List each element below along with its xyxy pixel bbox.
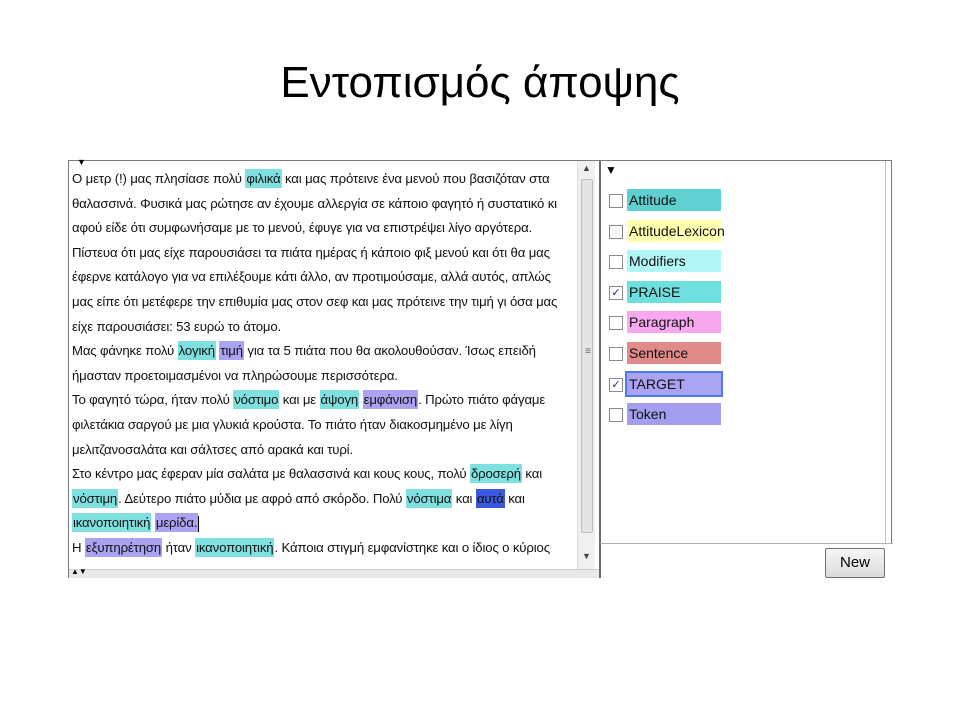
text-line[interactable]: θαλασσινά. Φυσικά μας ρώτησε αν έχουμε α… bbox=[72, 192, 582, 217]
text-segment: έφερνε κατάλογο για να επιλέξουμε κάτι ά… bbox=[72, 269, 551, 285]
type-checkbox[interactable]: ✓ bbox=[609, 285, 623, 300]
text-segment: . Πρώτο πιάτο φάγαμε bbox=[418, 392, 546, 408]
text-line[interactable]: ικανοποιητική μερίδα. bbox=[72, 511, 582, 536]
text-segment: μας είπε ότι μετέφερε την επιθυμία μας σ… bbox=[72, 293, 558, 309]
text-line[interactable]: έφερνε κατάλογο για να επιλέξουμε κάτι ά… bbox=[72, 265, 582, 290]
text-segment: και bbox=[504, 490, 525, 506]
type-checkbox[interactable] bbox=[609, 194, 623, 208]
scrollbar-grip-icon: ≡ bbox=[585, 346, 591, 357]
text-segment: ήταν bbox=[162, 539, 196, 555]
annotation-highlight[interactable]: νόστιμα bbox=[405, 488, 453, 508]
text-segment: είχε παρουσιάσει: 53 ευρώ το άτομο. bbox=[72, 318, 282, 334]
checkmark-icon: ✓ bbox=[611, 378, 621, 391]
type-row-sentence[interactable]: Sentence bbox=[609, 342, 725, 366]
text-line[interactable]: Το φαγητό τώρα, ήταν πολύ νόστιμο και με… bbox=[72, 388, 582, 413]
text-line[interactable]: είχε παρουσιάσει: 53 ευρώ το άτομο. bbox=[72, 315, 582, 340]
text-segment: και bbox=[521, 466, 542, 482]
type-row-paragraph[interactable]: Paragraph bbox=[609, 311, 725, 335]
text-segment: . Δεύτερο πιάτο μύδια με αφρό από σκόρδο… bbox=[118, 490, 406, 506]
annotation-highlight[interactable]: λογική bbox=[177, 341, 216, 361]
type-label[interactable]: Paragraph bbox=[627, 311, 721, 334]
annotation-highlight[interactable]: νόστιμη bbox=[72, 488, 119, 508]
annotation-highlight[interactable]: άψογη bbox=[319, 390, 360, 410]
text-line[interactable]: μας είπε ότι μετέφερε την επιθυμία μας σ… bbox=[72, 290, 582, 315]
text-line[interactable]: Μας φάνηκε πολύ λογική τιμή για τα 5 πιά… bbox=[72, 339, 582, 364]
slide-title: Εντοπισμός άποψης bbox=[280, 58, 680, 107]
text-line[interactable]: Στο κέντρο μας έφεραν μία σαλάτα με θαλα… bbox=[72, 462, 582, 487]
editor-bottom-bar: ▲▼ bbox=[69, 567, 599, 578]
annotation-highlight[interactable]: μερίδα. bbox=[154, 513, 199, 533]
annotation-tool-window: Ο μετρ (!) μας πλησίασε πολύ φιλικά και … bbox=[68, 157, 893, 578]
text-segment: και μας πρότεινε ένα μενού που βασιζόταν… bbox=[281, 171, 550, 186]
text-line[interactable]: φιλετάκια σαργού με μια γλυκιά κρούστα. … bbox=[72, 413, 582, 438]
type-label[interactable]: TARGET bbox=[625, 370, 723, 397]
panel-divider bbox=[885, 161, 886, 543]
type-label[interactable]: AttitudeLexicon bbox=[627, 219, 725, 242]
type-checkbox[interactable] bbox=[609, 408, 623, 423]
editor-marker-icon: ▼ bbox=[77, 157, 86, 167]
type-checkbox[interactable] bbox=[609, 255, 623, 270]
scrollbar-thumb[interactable]: ≡ bbox=[581, 179, 593, 533]
type-checkbox[interactable] bbox=[609, 224, 623, 239]
text-line[interactable]: Η εξυπηρέτηση ήταν ικανοποιητική. Κάποια… bbox=[72, 536, 582, 561]
text-segment: θαλασσινά. Φυσικά μας ρώτησε αν έχουμε α… bbox=[72, 195, 557, 211]
text-line[interactable]: Πίστευα ότι μας είχε παρουσιάσει τα πιάτ… bbox=[72, 241, 582, 266]
checkmark-icon: ✓ bbox=[611, 286, 621, 299]
text-segment: Πίστευα ότι μας είχε παρουσιάσει τα πιάτ… bbox=[72, 244, 550, 260]
expand-arrows-icon[interactable]: ▲▼ bbox=[71, 567, 87, 576]
type-label[interactable]: Modifiers bbox=[627, 250, 721, 273]
text-segment: για τα 5 πιάτα που θα ακολουθούσαν. Ίσως… bbox=[243, 343, 536, 359]
editor-vertical-scrollbar[interactable]: ▲ ≡ ▼ bbox=[577, 161, 595, 569]
text-segment: Μας φάνηκε πολύ bbox=[72, 343, 178, 359]
text-segment: . Κάποια στιγμή εμφανίστηκε και ο ίδιος … bbox=[274, 539, 550, 555]
annotation-types-panel: ▼ Attitude AttitudeLexicon Modifiers ✓ PRAIS… bbox=[599, 161, 891, 543]
text-segment: Στο κέντρο μας έφεραν μία σαλάτα με θαλα… bbox=[72, 466, 470, 482]
text-segment: Ο μετρ (!) μας πλησίασε πολύ bbox=[72, 171, 246, 186]
annotation-highlight[interactable]: ικανοποιητική bbox=[195, 537, 275, 557]
scroll-down-icon[interactable]: ▼ bbox=[582, 551, 591, 561]
annotation-highlight[interactable]: νόστιμο bbox=[233, 390, 280, 410]
annotation-highlight[interactable]: τιμή bbox=[219, 341, 244, 361]
type-label[interactable]: PRAISE bbox=[627, 280, 721, 303]
type-checkbox[interactable]: ✓ bbox=[609, 377, 623, 392]
document-text[interactable]: Ο μετρ (!) μας πλησίασε πολύ φιλικά και … bbox=[72, 167, 582, 561]
text-caret bbox=[198, 515, 200, 532]
triangle-down-icon[interactable]: ▼ bbox=[605, 163, 617, 177]
text-segment: φιλετάκια σαργού με μια γλυκιά κρούστα. … bbox=[72, 416, 513, 432]
type-checkbox[interactable] bbox=[609, 347, 623, 361]
type-row-praise[interactable]: ✓ PRAISE bbox=[609, 280, 725, 305]
type-label[interactable]: Token bbox=[627, 403, 721, 426]
annotation-highlight[interactable]: ικανοποιητική bbox=[72, 513, 152, 533]
text-line[interactable]: μελιτζανοσαλάτα και σάλτσες από αρακά κα… bbox=[72, 438, 582, 463]
text-segment: Το φαγητό τώρα, ήταν πολύ bbox=[72, 392, 234, 408]
annotation-highlight[interactable]: αυτά bbox=[475, 488, 505, 508]
text-segment: και με bbox=[279, 392, 320, 408]
text-segment: και bbox=[452, 490, 476, 506]
panel-footer: New bbox=[599, 543, 893, 578]
type-row-modifiers[interactable]: Modifiers bbox=[609, 250, 725, 274]
text-line[interactable]: ήμασταν προετοιμασμένοι να πληρώσουμε πε… bbox=[72, 364, 582, 389]
scroll-up-icon[interactable]: ▲ bbox=[582, 163, 591, 173]
text-segment: αφού είδε ότι συμφωνήσαμε με το μενού, έ… bbox=[72, 220, 533, 236]
annotation-highlight[interactable]: δροσερή bbox=[469, 464, 522, 484]
annotation-highlight[interactable]: φιλικά bbox=[245, 169, 282, 188]
type-row-target[interactable]: ✓ TARGET bbox=[609, 370, 725, 397]
annotation-highlight[interactable]: εμφάνιση bbox=[362, 390, 419, 410]
document-editor[interactable]: Ο μετρ (!) μας πλησίασε πολύ φιλικά και … bbox=[69, 161, 585, 569]
text-segment: Η bbox=[72, 539, 85, 555]
text-segment: μελιτζανοσαλάτα και σάλτσες από αρακά κα… bbox=[72, 441, 353, 457]
new-button[interactable]: New bbox=[825, 548, 885, 578]
text-line[interactable]: Ο μετρ (!) μας πλησίασε πολύ φιλικά και … bbox=[72, 167, 582, 192]
type-row-attitude[interactable]: Attitude bbox=[609, 189, 725, 213]
type-row-token[interactable]: Token bbox=[609, 403, 725, 427]
type-row-attitudelexicon[interactable]: AttitudeLexicon bbox=[609, 219, 725, 244]
type-checkbox[interactable] bbox=[609, 316, 623, 331]
type-label[interactable]: Sentence bbox=[627, 342, 721, 364]
type-label[interactable]: Attitude bbox=[627, 189, 721, 211]
annotation-highlight[interactable]: εξυπηρέτηση bbox=[84, 537, 163, 557]
text-line[interactable]: αφού είδε ότι συμφωνήσαμε με το μενού, έ… bbox=[72, 216, 582, 241]
text-segment: ήμασταν προετοιμασμένοι να πληρώσουμε πε… bbox=[72, 367, 398, 383]
text-line[interactable]: νόστιμη. Δεύτερο πιάτο μύδια με αφρό από… bbox=[72, 487, 582, 512]
